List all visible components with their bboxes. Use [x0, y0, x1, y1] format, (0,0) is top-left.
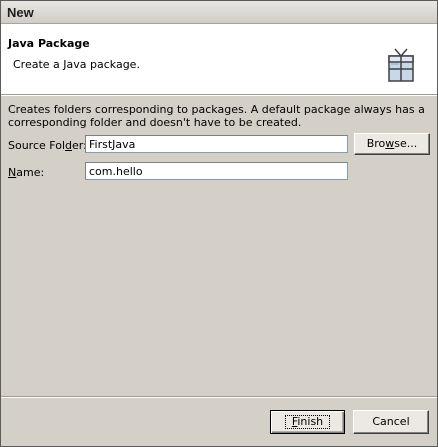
- cancel-button[interactable]: Cancel: [353, 410, 429, 434]
- source-folder-label-pre: Source Fol: [8, 139, 65, 152]
- browse-label-pre: Bro: [366, 137, 386, 150]
- name-label-post: ame:: [16, 166, 45, 179]
- browse-button[interactable]: Browse...: [354, 133, 430, 155]
- name-input[interactable]: [85, 162, 348, 180]
- name-label: Name:: [8, 166, 44, 179]
- new-wizard-dialog: New Java Package Create a Java package. …: [0, 0, 438, 447]
- source-folder-label-mnemonic: d: [65, 139, 72, 152]
- button-bar-separator: [1, 396, 437, 398]
- banner-separator: [1, 95, 437, 96]
- banner-description: Create a Java package.: [13, 58, 140, 71]
- finish-focus-ring: Finish: [284, 415, 331, 429]
- title-bar[interactable]: New: [1, 1, 437, 24]
- finish-button[interactable]: Finish: [270, 410, 345, 434]
- wizard-banner: Java Package Create a Java package.: [1, 24, 437, 95]
- source-folder-label: Source Folder:: [8, 139, 87, 152]
- banner-title: Java Package: [8, 37, 90, 50]
- java-package-icon: [388, 48, 414, 82]
- finish-label-post: inish: [297, 415, 324, 428]
- browse-label-post: se...: [394, 137, 418, 150]
- source-folder-input[interactable]: [85, 135, 348, 153]
- window-title: New: [7, 5, 34, 20]
- browse-label-mnemonic: w: [385, 137, 395, 150]
- name-label-mnemonic: N: [8, 166, 17, 179]
- info-text: Creates folders corresponding to package…: [8, 103, 425, 129]
